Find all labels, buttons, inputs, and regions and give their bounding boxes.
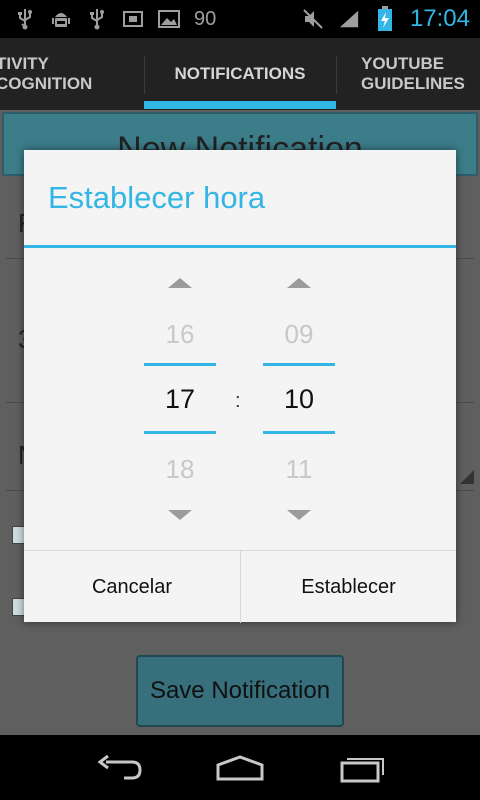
tab-selected-indicator bbox=[144, 101, 336, 109]
spinner-indicator bbox=[460, 470, 474, 484]
hour-selection-line bbox=[144, 363, 216, 366]
minute-increment-arrow-icon[interactable] bbox=[287, 278, 311, 288]
tab-divider bbox=[336, 56, 337, 94]
save-notification-button[interactable]: Save Notification bbox=[136, 655, 344, 727]
back-icon[interactable] bbox=[90, 751, 150, 785]
usb-icon bbox=[14, 8, 36, 30]
status-bar-notifications: 90 bbox=[14, 0, 216, 38]
dialog-title: Establecer hora bbox=[48, 180, 266, 215]
tab-label: TIVITY COGNITION bbox=[0, 54, 93, 93]
status-bar: 90 17:04 bbox=[0, 0, 480, 38]
navigation-bar bbox=[0, 735, 480, 800]
time-separator: : bbox=[235, 390, 241, 412]
hour-prev-value[interactable]: 16 bbox=[144, 319, 216, 350]
notification-count: 90 bbox=[194, 7, 217, 30]
tab-activity-recognition[interactable]: TIVITY COGNITION bbox=[0, 38, 140, 110]
minute-prev-value[interactable]: 09 bbox=[263, 319, 335, 350]
tab-notifications[interactable]: NOTIFICATIONS bbox=[144, 38, 336, 110]
status-bar-system: 17:04 bbox=[302, 0, 470, 38]
minute-selection-line bbox=[263, 363, 335, 366]
tab-label: YOUTUBE GUIDELINES bbox=[361, 54, 465, 93]
android-debug-icon bbox=[50, 8, 72, 30]
battery-charging-icon bbox=[374, 6, 396, 31]
hour-decrement-arrow-icon[interactable] bbox=[168, 510, 192, 520]
usb-icon bbox=[86, 8, 108, 30]
minute-current-value[interactable]: 10 bbox=[263, 384, 335, 415]
set-button[interactable]: Establecer bbox=[241, 551, 456, 623]
home-icon[interactable] bbox=[210, 751, 270, 785]
cancel-button[interactable]: Cancelar bbox=[24, 551, 240, 623]
recent-apps-icon[interactable] bbox=[330, 751, 390, 785]
minute-selection-line bbox=[263, 431, 335, 434]
mute-icon bbox=[302, 8, 324, 30]
hour-current-value[interactable]: 17 bbox=[144, 384, 216, 415]
tab-bar: TIVITY COGNITION NOTIFICATIONS YOUTUBE G… bbox=[0, 38, 480, 110]
minute-next-value[interactable]: 11 bbox=[263, 454, 335, 485]
time-picker-dialog: Establecer hora 16 17 18 : 09 10 11 Canc… bbox=[24, 150, 456, 623]
clock: 17:04 bbox=[409, 5, 470, 32]
tab-label: NOTIFICATIONS bbox=[174, 64, 306, 83]
hour-picker[interactable]: 16 17 18 bbox=[144, 250, 216, 548]
signal-icon bbox=[338, 8, 360, 30]
minute-picker[interactable]: 09 10 11 bbox=[263, 250, 335, 548]
dialog-title-divider bbox=[24, 245, 456, 248]
tab-youtube-guidelines[interactable]: YOUTUBE GUIDELINES bbox=[361, 38, 480, 110]
dialog-button-bar: Cancelar Establecer bbox=[24, 550, 456, 623]
screenshot-icon bbox=[122, 8, 144, 30]
hour-increment-arrow-icon[interactable] bbox=[168, 278, 192, 288]
hour-next-value[interactable]: 18 bbox=[144, 454, 216, 485]
hour-selection-line bbox=[144, 431, 216, 434]
image-icon bbox=[158, 8, 180, 30]
minute-decrement-arrow-icon[interactable] bbox=[287, 510, 311, 520]
